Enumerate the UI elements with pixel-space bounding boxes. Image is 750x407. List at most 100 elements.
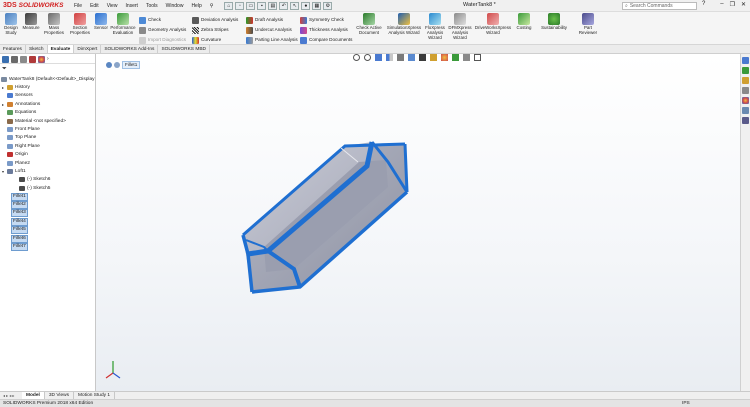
tab-3d-views[interactable]: 3D Views <box>45 392 75 399</box>
tree-item[interactable]: Fillet3 <box>0 209 95 218</box>
tab-solidworks-add-ins[interactable]: SOLIDWORKS Add-Ins <box>101 45 159 53</box>
menu-edit[interactable]: Edit <box>89 3 100 9</box>
dimxpertmanager-icon[interactable] <box>29 56 36 63</box>
tree-item[interactable]: Fillet2 <box>0 201 95 210</box>
tree-item[interactable]: ▸ Annotations <box>0 100 95 108</box>
tree-item[interactable]: Origin <box>0 151 95 159</box>
expand-panel-icon[interactable]: › <box>47 56 54 63</box>
design-library-icon[interactable] <box>742 67 749 74</box>
tab-solidworks-mbd[interactable]: SOLIDWORKS MBD <box>158 45 210 53</box>
thickness-analysis-button[interactable]: Thickness Analysis <box>300 25 352 35</box>
tab-model[interactable]: Model <box>22 392 45 399</box>
parting-line-analysis-button[interactable]: Parting Line Analysis <box>246 35 298 45</box>
open-icon[interactable]: ▭ <box>246 1 256 10</box>
dfmxpress-button[interactable]: DFMXpress Analysis Wizard <box>448 13 472 40</box>
sensor-button[interactable]: Sensor <box>93 13 109 31</box>
menu-view[interactable]: View <box>106 3 119 9</box>
home-icon[interactable]: ⌂ <box>224 1 234 10</box>
new-document-icon[interactable]: ▫ <box>235 1 245 10</box>
select-icon[interactable]: ↖ <box>290 1 300 10</box>
driveworksxpress-button[interactable]: DriveWorksXpress Wizard <box>473 13 513 36</box>
undercut-analysis-button[interactable]: Undercut Analysis <box>246 25 298 35</box>
tree-item[interactable]: Material <not specified> <box>0 117 95 125</box>
tab-features[interactable]: Features <box>0 45 26 53</box>
tree-item[interactable]: Fillet1 <box>0 192 95 201</box>
tree-item[interactable]: ▸ History <box>0 83 95 91</box>
configurationmanager-icon[interactable] <box>20 56 27 63</box>
symmetry-check-button[interactable]: Symmetry Check <box>300 15 352 25</box>
tree-item[interactable]: Fillet7 <box>0 243 95 251</box>
mass-properties-button[interactable]: Mass Properties <box>42 13 66 36</box>
menu-file[interactable]: File <box>73 3 83 9</box>
tree-item[interactable]: ▾ Loft1 <box>0 167 95 175</box>
draft-analysis-button[interactable]: Draft Analysis <box>246 15 298 25</box>
performance-evaluation-button[interactable]: Performance Evaluation <box>109 13 137 36</box>
pin-icon[interactable]: ⚲ <box>209 3 215 9</box>
menu-window[interactable]: Window <box>165 3 185 9</box>
solidworks-resources-icon[interactable] <box>742 57 749 64</box>
tree-item[interactable]: Fillet5 <box>0 226 95 235</box>
graphics-area[interactable]: Fillet1 <box>96 54 740 391</box>
tree-root[interactable]: WaterTank8 (Default<<Default>_Display <box>0 75 95 83</box>
check-icon <box>139 16 146 24</box>
view-palette-icon[interactable] <box>742 87 749 94</box>
fillet-edge-right[interactable] <box>403 143 409 193</box>
compare-documents-button[interactable]: Compare Documents <box>300 35 352 45</box>
tree-item[interactable]: Fillet4 <box>0 217 95 226</box>
floxpress-button[interactable]: FloXpress Analysis Wizard <box>423 13 447 40</box>
rebuild-icon[interactable]: ● <box>301 1 311 10</box>
scroll-tabs-icon[interactable]: ◂ ▸ ◂ ▸ <box>0 393 22 398</box>
curvature-button[interactable]: Curvature <box>192 35 238 45</box>
import-diagnostics-button[interactable]: Import Diagnostics <box>139 35 186 45</box>
propertymanager-icon[interactable] <box>11 56 18 63</box>
displaymanager-icon[interactable] <box>38 56 45 63</box>
tree-item[interactable]: Plane2 <box>0 159 95 167</box>
file-properties-icon[interactable]: ▦ <box>312 1 322 10</box>
forum-icon[interactable] <box>742 117 749 124</box>
tab-motion-study-1[interactable]: Motion Study 1 <box>74 392 116 399</box>
tree-item[interactable]: Fillet6 <box>0 234 95 243</box>
unit-system[interactable]: IPS <box>682 401 690 406</box>
tree-item[interactable]: Front Plane <box>0 125 95 133</box>
geometry-analysis-button[interactable]: Geometry Analysis <box>139 25 186 35</box>
custom-properties-icon[interactable] <box>742 107 749 114</box>
featuremanager-tree-icon[interactable] <box>2 56 9 63</box>
zebra-stripes-button[interactable]: Zebra Stripes <box>192 25 238 35</box>
sustainability-button[interactable]: Sustainability <box>538 13 570 31</box>
menu-help[interactable]: Help <box>190 3 202 9</box>
part-reviewer-button[interactable]: Part Reviewer <box>576 13 600 36</box>
file-explorer-icon[interactable] <box>742 77 749 84</box>
tree-item[interactable]: Sensors <box>0 92 95 100</box>
search-commands-field[interactable]: ⌕ Search Commands <box>622 2 697 10</box>
water-tank-model[interactable] <box>96 54 740 391</box>
tab-sketch[interactable]: Sketch <box>26 45 48 53</box>
print-icon[interactable]: ▤ <box>268 1 278 10</box>
options-icon[interactable]: ⚙ <box>323 1 333 10</box>
measure-button[interactable]: Measure <box>22 13 40 31</box>
undo-icon[interactable]: ↶ <box>279 1 289 10</box>
menu-insert[interactable]: Insert <box>124 3 139 9</box>
check-button[interactable]: Check <box>139 15 186 25</box>
save-icon[interactable]: ▪ <box>257 1 267 10</box>
close-icon[interactable]: ✕ <box>741 1 746 8</box>
tree-item[interactable]: (-) Sketch6 <box>0 176 95 184</box>
tree-filter-icon[interactable]: ⏷ <box>2 66 95 75</box>
simulationxpress-button[interactable]: SimulationXpress Analysis Wizard <box>386 13 422 36</box>
section-properties-button[interactable]: Section Properties <box>68 13 92 36</box>
design-study-button[interactable]: Design Study <box>2 13 20 36</box>
check-active-document-button[interactable]: Check Active Document <box>356 13 382 36</box>
tab-evaluate[interactable]: Evaluate <box>47 45 75 53</box>
solidworks-logo[interactable]: 3DS SOLIDWORKS <box>3 2 63 9</box>
menu-tools[interactable]: Tools <box>145 3 159 9</box>
minimize-icon[interactable]: – <box>720 1 723 8</box>
tree-item[interactable]: Equations <box>0 109 95 117</box>
tree-item[interactable]: Right Plane <box>0 142 95 150</box>
costing-button[interactable]: Costing <box>514 13 534 31</box>
help-icon[interactable]: ? <box>702 1 705 7</box>
deviation-analysis-button[interactable]: Deviation Analysis <box>192 15 238 25</box>
restore-icon[interactable]: ❐ <box>730 1 735 8</box>
appearances-icon[interactable] <box>742 97 749 104</box>
tree-item[interactable]: (-) Sketch5 <box>0 184 95 192</box>
tab-dimxpert[interactable]: DimXpert <box>74 45 102 53</box>
tree-item[interactable]: Top Plane <box>0 134 95 142</box>
